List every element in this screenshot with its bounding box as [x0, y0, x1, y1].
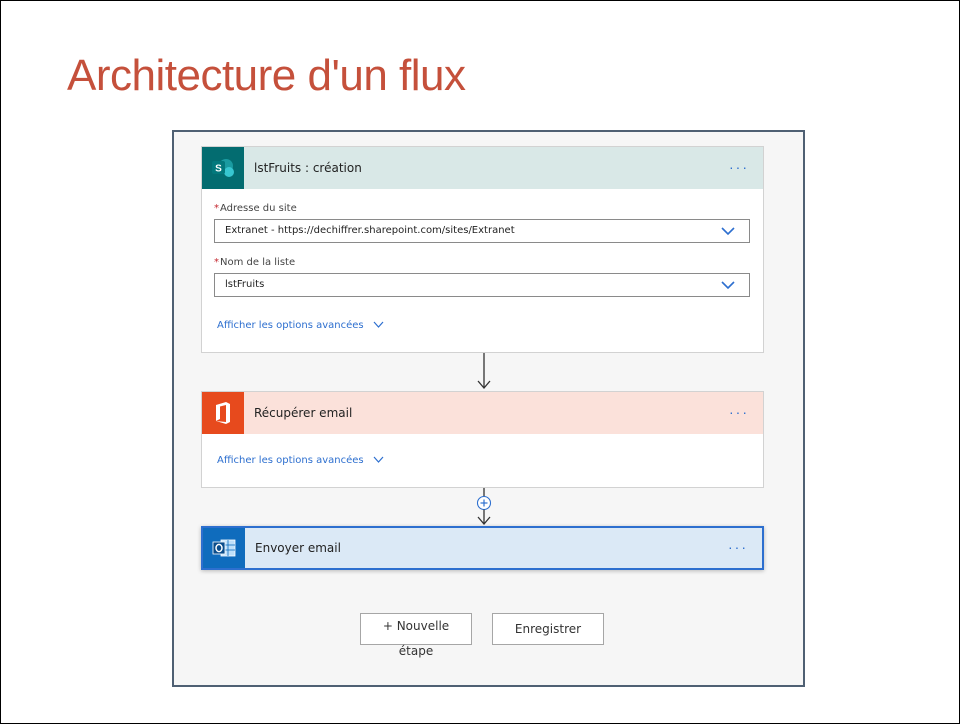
flow-designer: S lstFruits : création ··· *Adresse du s…	[172, 130, 805, 687]
get-email-advanced-options-link[interactable]: Afficher les options avancées	[217, 455, 384, 466]
new-step-label: + Nouvelle étape	[382, 619, 450, 658]
trigger-advanced-options-link[interactable]: Afficher les options avancées	[217, 320, 384, 331]
send-email-card[interactable]: Envoyer email ···	[201, 526, 764, 570]
trigger-card-header[interactable]: S lstFruits : création ···	[202, 147, 763, 189]
save-button[interactable]: Enregistrer	[492, 613, 604, 645]
connector-arrow-add-step[interactable]	[472, 488, 496, 526]
get-email-card-header[interactable]: Récupérer email ···	[202, 392, 763, 434]
chevron-down-icon	[373, 321, 384, 328]
site-address-value: Extranet - https://dechiffrer.sharepoint…	[225, 225, 515, 236]
required-marker: *	[214, 257, 219, 268]
trigger-menu-button[interactable]: ···	[729, 159, 749, 175]
list-name-value: lstFruits	[225, 279, 265, 290]
list-name-label: *Nom de la liste	[214, 257, 296, 268]
save-label: Enregistrer	[514, 622, 582, 636]
get-email-card: Récupérer email ··· Afficher les options…	[201, 391, 764, 488]
send-email-card-title: Envoyer email	[255, 541, 341, 555]
connector-arrow	[477, 353, 491, 389]
svg-text:S: S	[215, 164, 222, 175]
send-email-menu-button[interactable]: ···	[728, 539, 748, 555]
trigger-card-title: lstFruits : création	[254, 161, 362, 175]
required-marker: *	[214, 203, 219, 214]
send-email-card-header[interactable]: Envoyer email ···	[203, 528, 762, 568]
chevron-down-icon[interactable]	[721, 224, 735, 243]
outlook-icon	[203, 528, 245, 568]
trigger-card: S lstFruits : création ··· *Adresse du s…	[201, 146, 764, 353]
new-step-button[interactable]: + Nouvelle étape	[360, 613, 472, 658]
sharepoint-icon: S	[202, 147, 244, 189]
chevron-down-icon[interactable]	[721, 278, 735, 297]
list-name-dropdown[interactable]: lstFruits	[214, 273, 750, 297]
office-icon	[202, 392, 244, 434]
get-email-menu-button[interactable]: ···	[729, 404, 749, 420]
slide-title: Architecture d'un flux	[67, 51, 466, 100]
site-address-dropdown[interactable]: Extranet - https://dechiffrer.sharepoint…	[214, 219, 750, 243]
get-email-card-title: Récupérer email	[254, 406, 353, 420]
chevron-down-icon	[373, 456, 384, 463]
slide: Architecture d'un flux S lstFruits : cré…	[0, 0, 960, 724]
site-address-label: *Adresse du site	[214, 203, 297, 214]
